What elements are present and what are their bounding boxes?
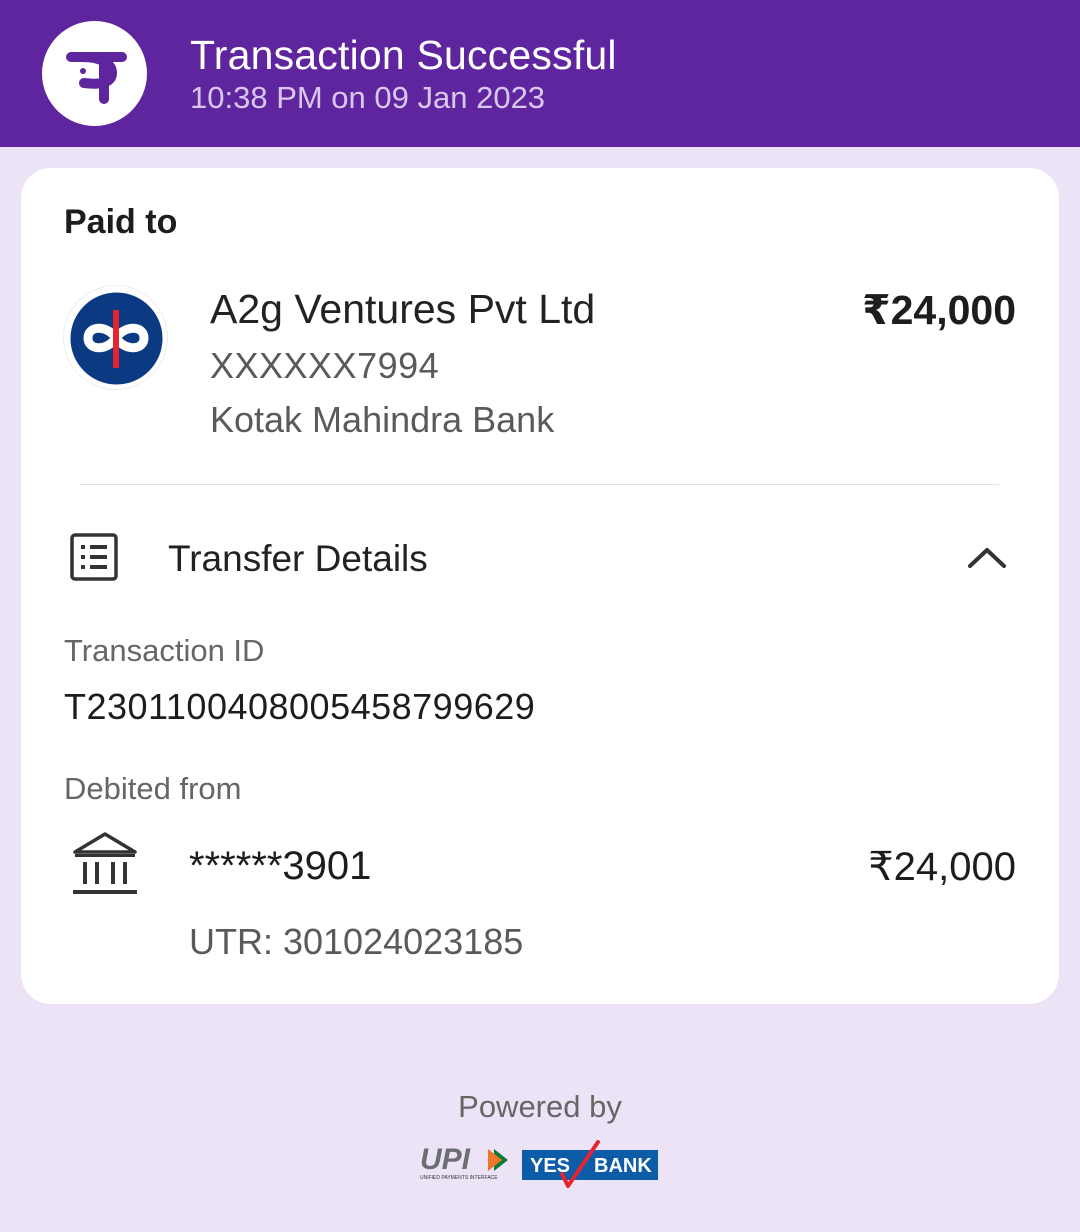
payee-bank-name: Kotak Mahindra Bank <box>210 399 555 440</box>
debit-account-number: ******3901 <box>189 844 372 888</box>
transaction-id-value: T2301100408005458799629 <box>64 686 536 727</box>
svg-text:BANK: BANK <box>594 1155 652 1177</box>
phonepe-logo-icon <box>42 21 147 126</box>
transaction-timestamp: 10:38 PM on 09 Jan 2023 <box>190 80 546 115</box>
svg-text:UPI: UPI <box>420 1143 471 1176</box>
kotak-bank-logo-icon <box>63 285 168 390</box>
paid-amount: ₹24,000 <box>862 287 1016 333</box>
upi-logo-icon: UPI UNIFIED PAYMENTS INTERFACE <box>418 1141 514 1186</box>
yes-bank-logo-icon: YES BANK <box>522 1140 660 1195</box>
chevron-up-icon[interactable] <box>965 542 1009 577</box>
utr-number: UTR: 301024023185 <box>189 921 524 962</box>
bank-icon <box>71 830 139 903</box>
transaction-card: Paid to A2g Ventures Pvt Ltd XXXXXX7994 … <box>21 168 1059 1004</box>
section-divider <box>79 484 999 485</box>
paid-to-label: Paid to <box>64 203 178 241</box>
transaction-header: Transaction Successful 10:38 PM on 09 Ja… <box>0 0 1080 147</box>
svg-text:UNIFIED PAYMENTS INTERFACE: UNIFIED PAYMENTS INTERFACE <box>420 1175 498 1181</box>
payee-name: A2g Ventures Pvt Ltd <box>210 286 596 332</box>
powered-by-label: Powered by <box>458 1089 622 1124</box>
receipt-icon <box>69 532 119 587</box>
transaction-id-label: Transaction ID <box>64 633 265 668</box>
transaction-status-title: Transaction Successful <box>190 32 617 78</box>
debit-amount: ₹24,000 <box>868 845 1016 889</box>
debited-from-label: Debited from <box>64 771 242 806</box>
transfer-details-toggle[interactable]: Transfer Details <box>168 538 428 580</box>
payee-account-number: XXXXXX7994 <box>210 345 440 386</box>
